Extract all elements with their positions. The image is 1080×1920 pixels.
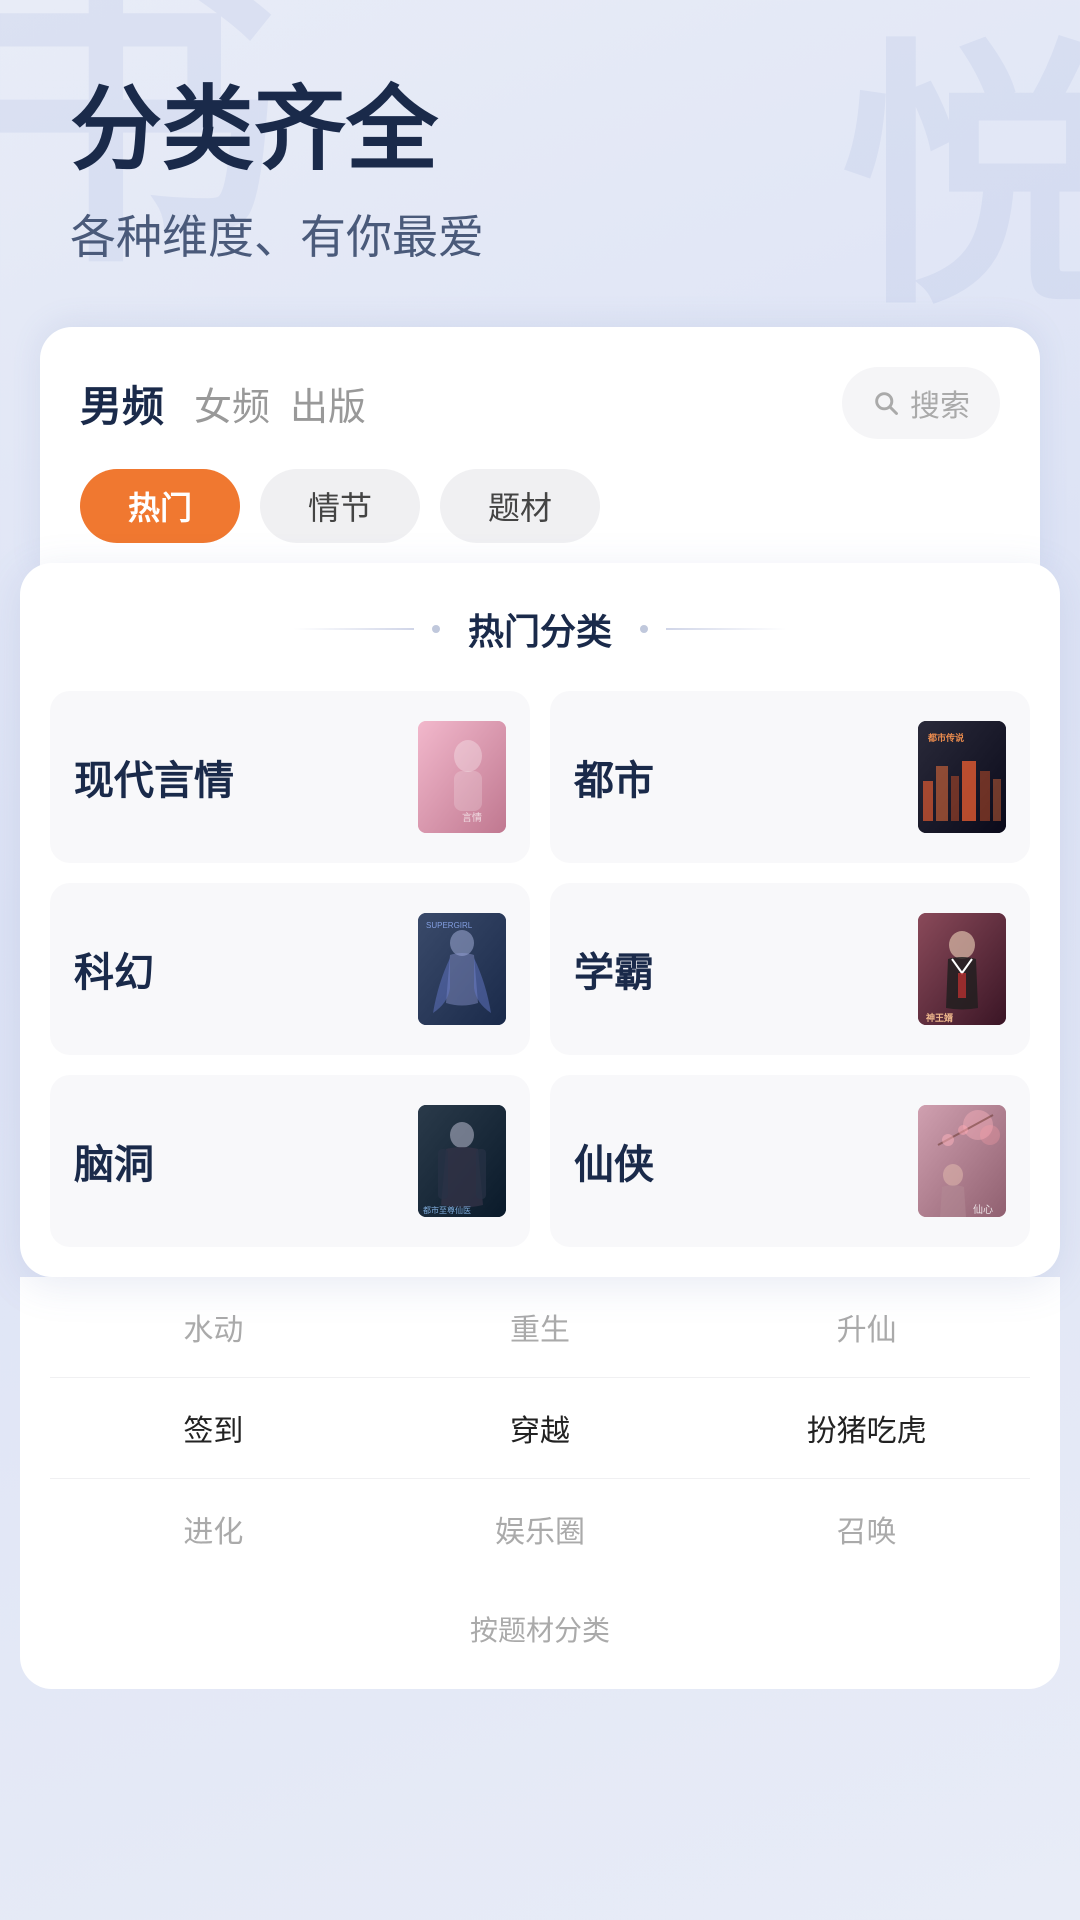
overlap-wrapper: 热门分类 现代言情: [0, 563, 1080, 1689]
category-label-xiandai: 现代言情: [74, 748, 234, 806]
category-cell-xiandai[interactable]: 现代言情 言情: [50, 691, 530, 863]
tab-female[interactable]: 女频: [194, 376, 290, 431]
category-cell-xianxia[interactable]: 仙侠: [550, 1075, 1030, 1247]
book-cover-naodong: 都市至尊仙医: [418, 1105, 506, 1217]
category-label-naodong: 脑洞: [74, 1132, 154, 1190]
cover-art-3: SUPERGIRL: [418, 913, 506, 1025]
category-label-xueba: 学霸: [574, 940, 654, 998]
hero-section: 分类齐全 各种维度、有你最爱: [0, 0, 1080, 307]
sub-cat-chuanyue[interactable]: 穿越: [377, 1378, 704, 1479]
cover-art-2: 都市传说: [918, 721, 1006, 833]
hero-title: 分类齐全: [70, 80, 1010, 181]
main-card: 男频 女频 出版 搜索 热门 情节 题材: [40, 327, 1040, 573]
svg-text:神王婿: 神王婿: [926, 1012, 954, 1023]
title-dot-left: [432, 625, 440, 633]
sub-cat-label-shuidong: 水动: [183, 1314, 243, 1347]
sub-category-grid: 水动 重生 升仙 签到 穿越 扮猪吃虎 进化 娱乐圈: [50, 1277, 1030, 1579]
category-label-kehuan: 科幻: [74, 940, 154, 998]
page-bottom: [0, 1689, 1080, 1769]
category-cell-naodong[interactable]: 脑洞: [50, 1075, 530, 1247]
cover-art-5: 都市至尊仙医: [418, 1105, 506, 1217]
search-icon: [872, 389, 900, 417]
book-cover-kehuan: SUPERGIRL: [418, 913, 506, 1025]
sub-cat-shuidong[interactable]: 水动: [50, 1277, 377, 1378]
book-cover-xiandai: 言情: [418, 721, 506, 833]
sub-cat-shengxian[interactable]: 升仙: [703, 1277, 1030, 1378]
sub-cat-label-jinhua: 进化: [183, 1516, 243, 1549]
svg-text:SUPERGIRL: SUPERGIRL: [426, 921, 473, 930]
svg-text:言情: 言情: [462, 811, 482, 824]
category-cell-dushi[interactable]: 都市: [550, 691, 1030, 863]
by-genre-button[interactable]: 按题材分类: [50, 1609, 1030, 1649]
cover-art-1: 言情: [418, 721, 506, 833]
sub-cat-qiandao[interactable]: 签到: [50, 1378, 377, 1479]
category-label-xianxia: 仙侠: [574, 1132, 654, 1190]
title-line-left: [294, 628, 414, 630]
section-title-row: 热门分类: [50, 603, 1030, 655]
search-button[interactable]: 搜索: [842, 367, 1000, 439]
category-cell-kehuan[interactable]: 科幻: [50, 883, 530, 1055]
book-cover-xueba: 神王婿: [918, 913, 1006, 1025]
sub-cat-jinhua[interactable]: 进化: [50, 1479, 377, 1579]
category-grid: 现代言情 言情: [50, 691, 1030, 1247]
book-cover-xianxia: 仙心: [918, 1105, 1006, 1217]
category-cell-xueba[interactable]: 学霸: [550, 883, 1030, 1055]
category-label-dushi: 都市: [574, 748, 654, 806]
filter-theme[interactable]: 题材: [440, 469, 600, 543]
hero-subtitle: 各种维度、有你最爱: [70, 201, 1010, 267]
search-label: 搜索: [910, 381, 970, 425]
sub-cat-label-qiandao: 签到: [183, 1415, 243, 1448]
sub-cat-fanzhu[interactable]: 扮猪吃虎: [703, 1378, 1030, 1479]
section-title: 热门分类: [458, 603, 622, 655]
svg-text:都市传说: 都市传说: [927, 732, 964, 743]
svg-text:都市至尊仙医: 都市至尊仙医: [423, 1205, 471, 1215]
filter-row: 热门 情节 题材: [80, 469, 1000, 543]
filter-plot[interactable]: 情节: [260, 469, 420, 543]
sub-cat-zhaohua[interactable]: 召唤: [703, 1479, 1030, 1579]
svg-text:仙心: 仙心: [973, 1203, 993, 1216]
sub-cat-label-fanzhu: 扮猪吃虎: [807, 1415, 927, 1448]
cover-art-4: 神王婿: [918, 913, 1006, 1025]
cover-art-6: 仙心: [918, 1105, 1006, 1217]
sub-cat-yulerq[interactable]: 娱乐圈: [377, 1479, 704, 1579]
sub-cat-label-yulerq: 娱乐圈: [495, 1516, 585, 1549]
filter-hot[interactable]: 热门: [80, 469, 240, 543]
tab-publish[interactable]: 出版: [290, 376, 386, 431]
bottom-section: 水动 重生 升仙 签到 穿越 扮猪吃虎 进化 娱乐圈: [20, 1277, 1060, 1689]
tab-row: 男频 女频 出版 搜索: [80, 367, 1000, 439]
sub-cat-label-zhaohua: 召唤: [837, 1516, 897, 1549]
sub-cat-label-chongsheng: 重生: [510, 1314, 570, 1347]
title-dot-right: [640, 625, 648, 633]
sub-cat-chongsheng[interactable]: 重生: [377, 1277, 704, 1378]
book-cover-dushi: 都市传说: [918, 721, 1006, 833]
sub-cat-label-chuanyue: 穿越: [510, 1415, 570, 1448]
title-line-right: [666, 628, 786, 630]
popular-categories-card: 热门分类 现代言情: [20, 563, 1060, 1277]
tab-male[interactable]: 男频: [80, 373, 194, 434]
sub-cat-label-shengxian: 升仙: [837, 1314, 897, 1347]
